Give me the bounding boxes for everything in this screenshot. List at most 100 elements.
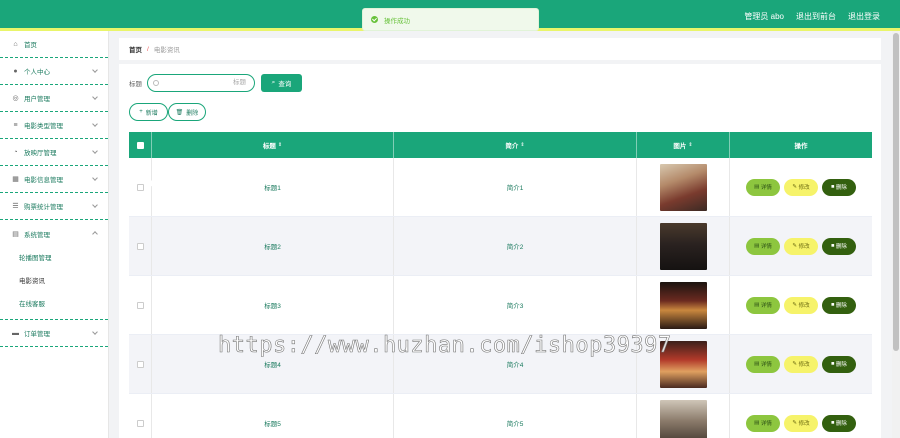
pencil-icon: ✎	[792, 420, 798, 426]
movie-poster-image[interactable]	[659, 399, 707, 438]
select-all-checkbox[interactable]	[136, 141, 144, 149]
system-icon: ▤	[12, 230, 19, 238]
pencil-icon: ✎	[792, 184, 798, 190]
header-title-label: 标题	[262, 143, 276, 150]
search-form: 标题 标题 ⌕ 查询	[129, 74, 302, 92]
sidebar-item-ticket-stats[interactable]: ☰ 购票统计管理	[0, 193, 108, 220]
op-cell: ▤ 详情 ✎ 修改 ■ 删除	[730, 394, 872, 438]
sidebar-item-movie-types[interactable]: ≡ 电影类型管理	[0, 112, 108, 139]
table-row: 标题5 简介5 ▤ 详情 ✎ 修改 ■ 删除	[129, 394, 872, 438]
sidebar-item-halls[interactable]: ◔ 放映厅管理	[0, 139, 108, 166]
sidebar: ⌂ 首页 ● 个人中心 ◎ 用户管理 ≡ 电影类型管理 ◔ 放映厅管理 ▦ 电影…	[0, 31, 109, 438]
edit-button[interactable]: ✎ 修改	[784, 178, 818, 196]
edit-label: 修改	[798, 421, 810, 427]
delete-button[interactable]: ■ 删除	[822, 355, 856, 373]
detail-button[interactable]: ▤ 详情	[746, 296, 780, 314]
edit-button[interactable]: ✎ 修改	[784, 237, 818, 255]
title-cell: 标题5	[152, 394, 394, 438]
sidebar-item-label: 电影信息管理	[24, 177, 63, 184]
grid-icon: ▦	[12, 176, 19, 183]
delete-button-label: 删除	[186, 110, 199, 117]
delete-button[interactable]: ■ 删除	[822, 414, 856, 432]
doc-icon: ▤	[754, 302, 760, 308]
pencil-icon: ✎	[792, 302, 798, 308]
title-cell: 标题1	[152, 158, 394, 216]
trash-icon: ■	[831, 420, 835, 426]
header-intro[interactable]: 简介 ⇕	[394, 132, 637, 158]
movie-poster-image[interactable]	[659, 222, 707, 270]
submenu-item-online-service[interactable]: 在线客服	[0, 293, 108, 316]
admin-user-label: 管理员 abo	[744, 12, 784, 21]
sidebar-item-users[interactable]: ◎ 用户管理	[0, 85, 108, 112]
row-checkbox[interactable]	[136, 242, 144, 250]
search-label: 标题	[129, 81, 142, 88]
scrollbar-thumb[interactable]	[893, 33, 899, 351]
sidebar-item-home[interactable]: ⌂ 首页	[0, 31, 108, 58]
detail-label: 详情	[760, 362, 772, 368]
row-checkbox[interactable]	[136, 419, 144, 427]
row-select-cell	[129, 276, 152, 334]
detail-label: 详情	[760, 244, 772, 250]
chevron-down-icon	[92, 148, 98, 154]
delete-button[interactable]: ■ 删除	[822, 237, 856, 255]
edit-label: 修改	[798, 362, 810, 368]
search-placeholder: 标题	[233, 79, 246, 86]
detail-button[interactable]: ▤ 详情	[746, 414, 780, 432]
delete-button[interactable]: ■ 删除	[822, 296, 856, 314]
breadcrumb-home[interactable]: 首页	[129, 44, 142, 54]
edit-button[interactable]: ✎ 修改	[784, 296, 818, 314]
sidebar-item-profile[interactable]: ● 个人中心	[0, 58, 108, 85]
header-actions: 管理员 abo 退出到前台 退出登录	[744, 11, 880, 22]
row-checkbox[interactable]	[136, 301, 144, 309]
edit-label: 修改	[798, 185, 810, 191]
search-icon: ⌕	[271, 79, 276, 86]
edit-button[interactable]: ✎ 修改	[784, 414, 818, 432]
plus-icon: +	[139, 109, 143, 115]
trash-icon: 🗑	[175, 109, 184, 116]
header-title[interactable]: 标题 ⇕	[152, 132, 394, 158]
detail-button[interactable]: ▤ 详情	[746, 178, 780, 196]
breadcrumb: 首页 / 电影资讯	[119, 38, 881, 60]
hall-icon: ◔	[13, 148, 18, 156]
detail-button[interactable]: ▤ 详情	[746, 355, 780, 373]
search-input[interactable]: 标题	[147, 74, 255, 92]
image-cell	[637, 394, 730, 438]
delete-button[interactable]: ■ 删除	[822, 178, 856, 196]
intro-cell: 简介2	[394, 217, 637, 275]
sidebar-item-movie-info[interactable]: ▦ 电影信息管理	[0, 166, 108, 193]
submenu-item-carousel[interactable]: 轮播图管理	[0, 247, 108, 270]
sidebar-item-system[interactable]: ▤ 系统管理	[0, 220, 108, 247]
movie-poster-image[interactable]	[659, 340, 707, 388]
back-to-frontend-link[interactable]: 退出到前台	[796, 11, 836, 22]
sort-icon: ⇕	[520, 142, 525, 148]
query-button[interactable]: ⌕ 查询	[261, 74, 302, 92]
doc-icon: ▤	[754, 420, 760, 426]
submenu-item-movie-news[interactable]: 电影资讯	[0, 270, 108, 293]
movie-poster-image[interactable]	[659, 163, 707, 211]
batch-delete-button[interactable]: 🗑 删除	[168, 103, 206, 121]
add-button[interactable]: + 新增	[129, 103, 168, 121]
header-image[interactable]: 图片 ⇕	[637, 132, 730, 158]
page-scrollbar[interactable]	[892, 31, 900, 438]
trash-icon: ■	[831, 361, 835, 367]
table-row: 标题1 简介1 ▤ 详情 ✎ 修改 ■ 删除	[129, 158, 872, 217]
op-cell: ▤ 详情 ✎ 修改 ■ 删除	[730, 276, 872, 334]
news-table: 标题 ⇕ 简介 ⇕ 图片 ⇕ 操作 标题1 简介1 ▤ 详情 ✎ 修改 ■ 删除 标题…	[129, 132, 872, 438]
user-icon: ●	[13, 67, 18, 75]
sidebar-item-label: 订单管理	[24, 331, 50, 338]
edit-label: 修改	[798, 303, 810, 309]
logout-link[interactable]: 退出登录	[848, 11, 880, 22]
trash-icon: ■	[831, 184, 835, 190]
detail-button[interactable]: ▤ 详情	[746, 237, 780, 255]
header-op-label: 操作	[794, 143, 808, 150]
sort-icon: ⇕	[688, 142, 693, 148]
sidebar-item-label: 用户管理	[24, 96, 50, 103]
success-check-icon	[371, 16, 378, 23]
edit-button[interactable]: ✎ 修改	[784, 355, 818, 373]
movie-poster-image[interactable]	[659, 281, 707, 329]
doc-icon: ▤	[754, 184, 760, 190]
row-checkbox[interactable]	[136, 183, 144, 191]
row-select-cell	[129, 217, 152, 275]
row-checkbox[interactable]	[136, 360, 144, 368]
sidebar-item-orders[interactable]: ▬ 订单管理	[0, 320, 108, 347]
